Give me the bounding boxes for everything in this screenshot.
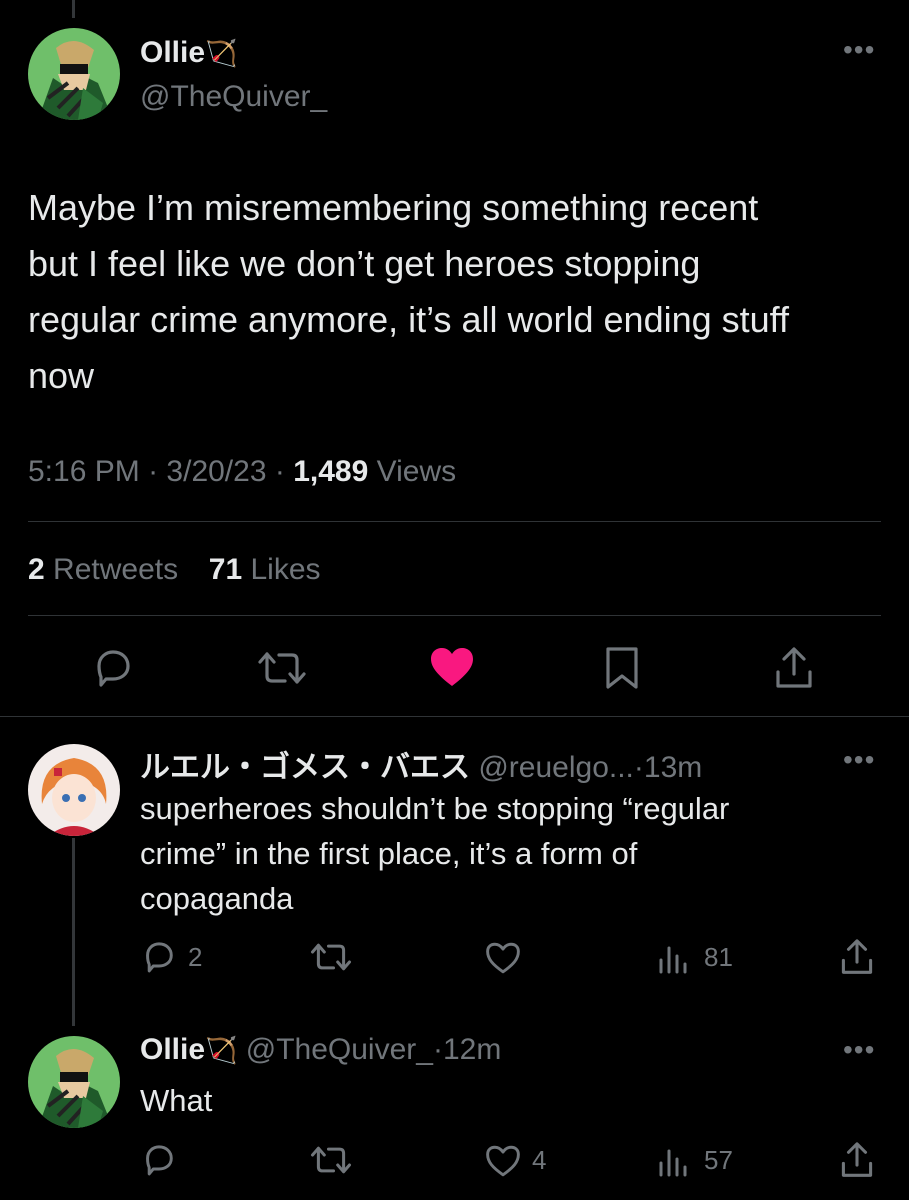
views-label: Views xyxy=(376,455,457,488)
share-icon[interactable] xyxy=(840,1141,874,1179)
more-options-icon[interactable]: ••• xyxy=(843,36,875,64)
like-icon-active[interactable] xyxy=(429,646,475,688)
handle[interactable]: @TheQuiver_ xyxy=(246,1033,433,1066)
views-count: 57 xyxy=(704,1145,733,1175)
divider xyxy=(28,521,881,522)
timestamp[interactable]: 5:16 PM xyxy=(28,455,140,488)
likes-count: 71 xyxy=(208,553,243,586)
reply-text-line: superheroes shouldn’t be stopping “regul… xyxy=(140,791,730,826)
views-count: 81 xyxy=(704,942,733,972)
date[interactable]: 3/20/23 xyxy=(166,455,266,488)
display-name[interactable]: Ollie xyxy=(140,36,205,69)
share-icon[interactable] xyxy=(774,646,814,690)
views-count: 1,489 xyxy=(293,455,369,488)
bookmark-icon[interactable] xyxy=(604,646,640,690)
more-options-icon[interactable]: ••• xyxy=(843,1036,875,1064)
display-name[interactable]: ルエル・ゴメス・バエス xyxy=(140,751,470,784)
timestamp[interactable]: 12m xyxy=(443,1033,501,1066)
like-count: 4 xyxy=(532,1145,547,1175)
divider xyxy=(28,615,881,616)
views-icon[interactable] xyxy=(657,942,689,974)
reply-text: superheroes shouldn’t be stopping “regul… xyxy=(140,786,729,921)
reply-text-line: copaganda xyxy=(140,881,294,916)
reply-header: Ollie🏹 @TheQuiver_·12m xyxy=(140,1033,501,1067)
retweets-count: 2 xyxy=(28,553,45,586)
retweets-label: Retweets xyxy=(53,553,179,586)
reply-icon[interactable] xyxy=(141,1143,177,1177)
reply-icon[interactable] xyxy=(91,648,135,688)
share-icon[interactable] xyxy=(840,938,874,976)
avatar-reply-1[interactable] xyxy=(28,744,120,836)
separator: · xyxy=(148,455,159,488)
likes-label: Likes xyxy=(250,553,321,586)
bow-arrow-emoji: 🏹 xyxy=(205,1035,238,1065)
reply-text-line: What xyxy=(140,1083,213,1118)
reply-text: What xyxy=(140,1078,212,1123)
tweet-text-line: but I feel like we don’t get heroes stop… xyxy=(28,243,701,284)
tweet-text-line: now xyxy=(28,355,95,396)
display-name[interactable]: Ollie xyxy=(140,1033,205,1066)
thread-line-top xyxy=(72,0,75,18)
likes-link[interactable]: 71 Likes xyxy=(209,553,321,586)
retweets-link[interactable]: 2 Retweets xyxy=(28,553,186,586)
more-options-icon[interactable]: ••• xyxy=(843,746,875,774)
like-icon[interactable] xyxy=(484,941,522,975)
like-icon[interactable] xyxy=(484,1144,522,1178)
retweet-icon[interactable] xyxy=(310,940,352,974)
reply-text-line: crime” in the first place, it’s a form o… xyxy=(140,836,638,871)
reply-count: 2 xyxy=(188,942,203,972)
avatar-reply-2[interactable] xyxy=(28,1036,120,1128)
timestamp[interactable]: 13m xyxy=(644,751,702,784)
separator: · xyxy=(432,1033,443,1066)
views-icon[interactable] xyxy=(657,1145,689,1177)
retweet-icon[interactable] xyxy=(257,648,307,688)
tweet-text-line: regular crime anymore, it’s all world en… xyxy=(28,299,790,340)
separator: · xyxy=(633,751,644,784)
handle[interactable]: @reuelgo... xyxy=(478,751,634,784)
retweet-icon[interactable] xyxy=(310,1143,352,1177)
tweet-text-line: Maybe I’m misremembering something recen… xyxy=(28,187,759,228)
tweet-meta: 5:16 PM · 3/20/23 · 1,489 Views xyxy=(28,455,456,489)
engagement-stats: 2 Retweets 71 Likes xyxy=(28,553,321,587)
avatar-main[interactable] xyxy=(28,28,120,120)
reply-header: ルエル・ゴメス・バエス @reuelgo...·13m xyxy=(140,742,702,786)
bow-arrow-emoji: 🏹 xyxy=(205,38,238,68)
separator: · xyxy=(274,455,285,488)
tweet-text: Maybe I’m misremembering something recen… xyxy=(28,180,789,404)
reply-icon[interactable] xyxy=(141,940,177,974)
divider xyxy=(0,716,909,717)
handle[interactable]: @TheQuiver_ xyxy=(140,80,327,114)
thread-line xyxy=(72,838,75,1026)
